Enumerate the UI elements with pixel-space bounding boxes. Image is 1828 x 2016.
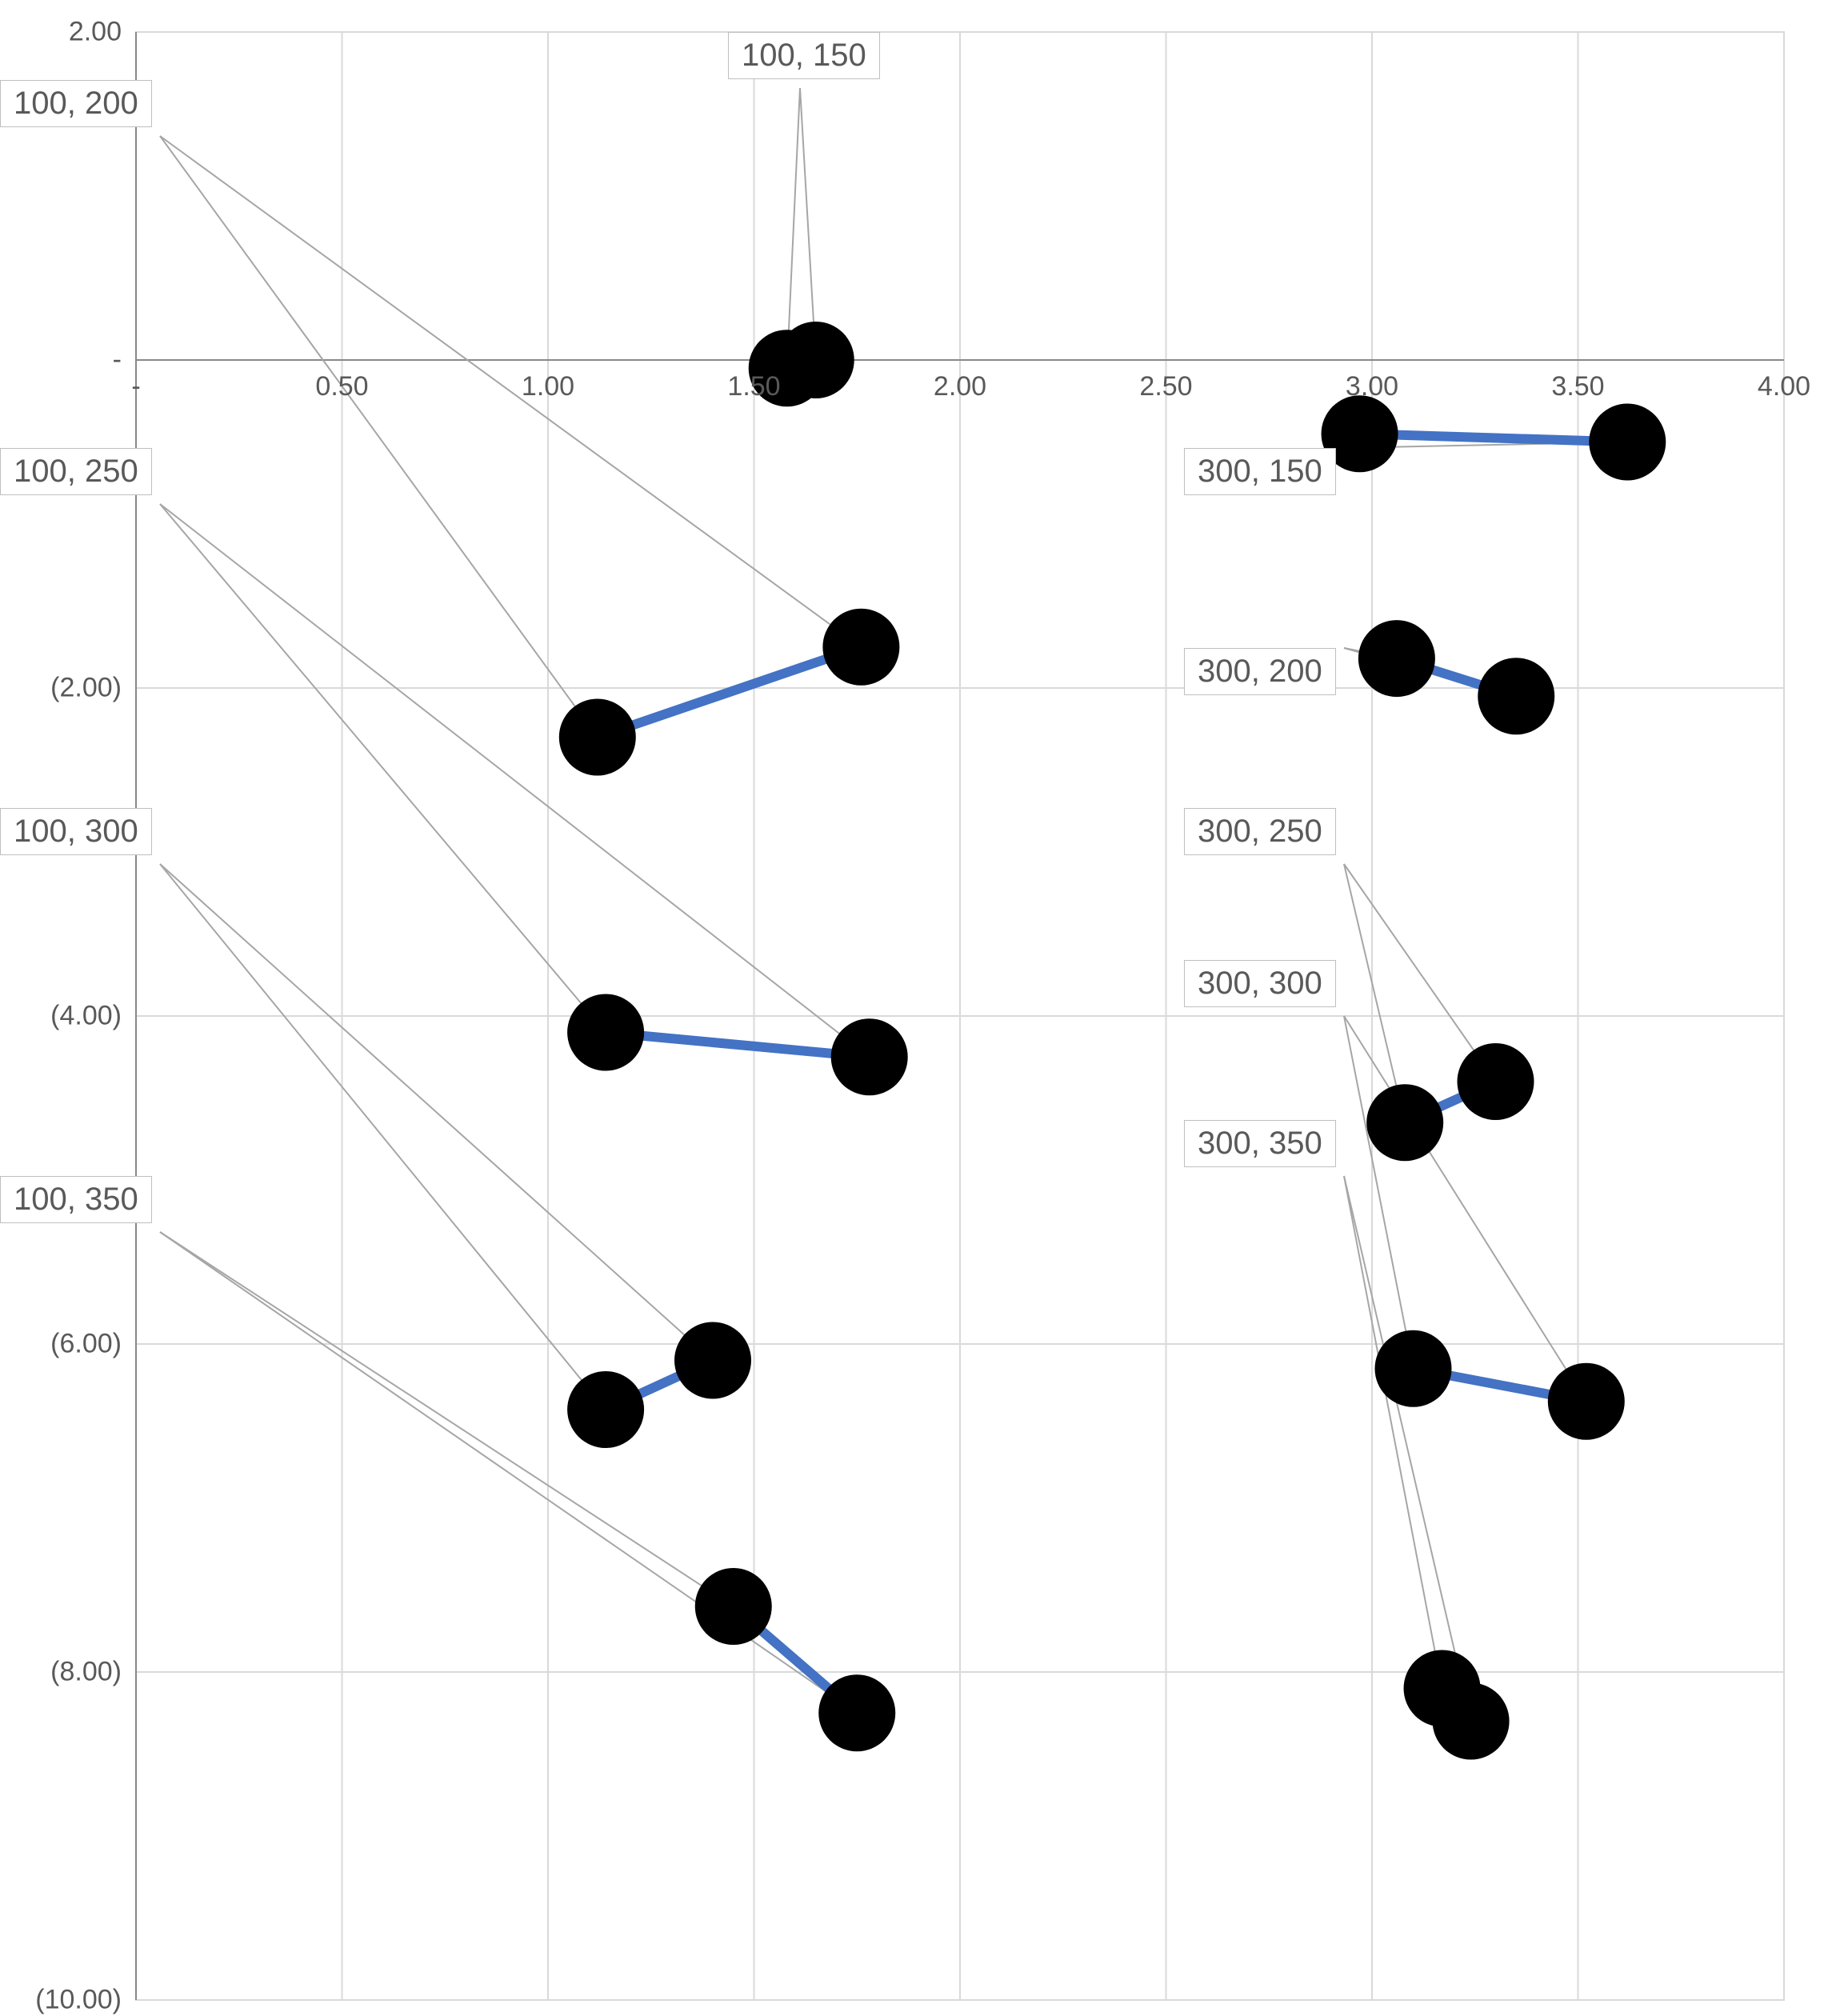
data-marker [1366, 1084, 1443, 1161]
callout-label: 100, 150 [728, 32, 880, 79]
callout-label: 100, 250 [0, 448, 152, 495]
x-tick-label: 3.50 [1551, 371, 1604, 402]
data-marker [1589, 404, 1666, 481]
data-marker [674, 1322, 751, 1399]
y-tick-label: (2.00) [50, 673, 122, 704]
x-tick-label: 2.00 [934, 371, 986, 402]
callout-label: 100, 350 [0, 1176, 152, 1223]
series-segment [598, 647, 862, 738]
x-tick-label: 1.00 [522, 371, 574, 402]
data-marker [695, 1568, 772, 1645]
y-tick-label: - [113, 345, 122, 376]
y-tick-label: (4.00) [50, 1001, 122, 1032]
y-tick-label: (8.00) [50, 1657, 122, 1688]
x-tick-label: 1.50 [727, 371, 780, 402]
y-tick-label: (10.00) [35, 1985, 122, 2016]
series-segment [1360, 434, 1628, 442]
x-tick-label: 4.00 [1758, 371, 1810, 402]
callout-label: 300, 150 [1184, 448, 1336, 495]
data-marker [1375, 1330, 1452, 1407]
callout-label: 300, 250 [1184, 808, 1336, 855]
callout-label: 100, 300 [0, 808, 152, 855]
data-marker [1433, 1683, 1510, 1760]
callout-label: 300, 200 [1184, 648, 1336, 695]
data-marker [1478, 658, 1554, 734]
y-tick-label: (6.00) [50, 1329, 122, 1360]
data-marker [778, 322, 854, 398]
data-marker [831, 1018, 908, 1095]
callout-label: 300, 350 [1184, 1120, 1336, 1167]
y-tick-label: 2.00 [69, 17, 122, 48]
callout-label: 300, 300 [1184, 960, 1336, 1007]
series-segment [606, 1033, 870, 1058]
chart-series [0, 0, 1828, 2009]
data-marker [822, 609, 899, 686]
chart-container: -0.501.001.502.002.503.003.504.00(10.00)… [0, 0, 1828, 2009]
data-marker [1358, 620, 1435, 697]
x-tick-label: - [131, 371, 140, 402]
data-marker [818, 1674, 895, 1751]
x-tick-label: 3.00 [1346, 371, 1398, 402]
x-tick-label: 0.50 [315, 371, 368, 402]
data-marker [567, 994, 644, 1071]
data-marker [1548, 1363, 1625, 1440]
data-marker [567, 1371, 644, 1448]
data-marker [559, 699, 636, 776]
callout-label: 100, 200 [0, 80, 152, 127]
x-tick-label: 2.50 [1139, 371, 1192, 402]
data-marker [1458, 1043, 1534, 1120]
